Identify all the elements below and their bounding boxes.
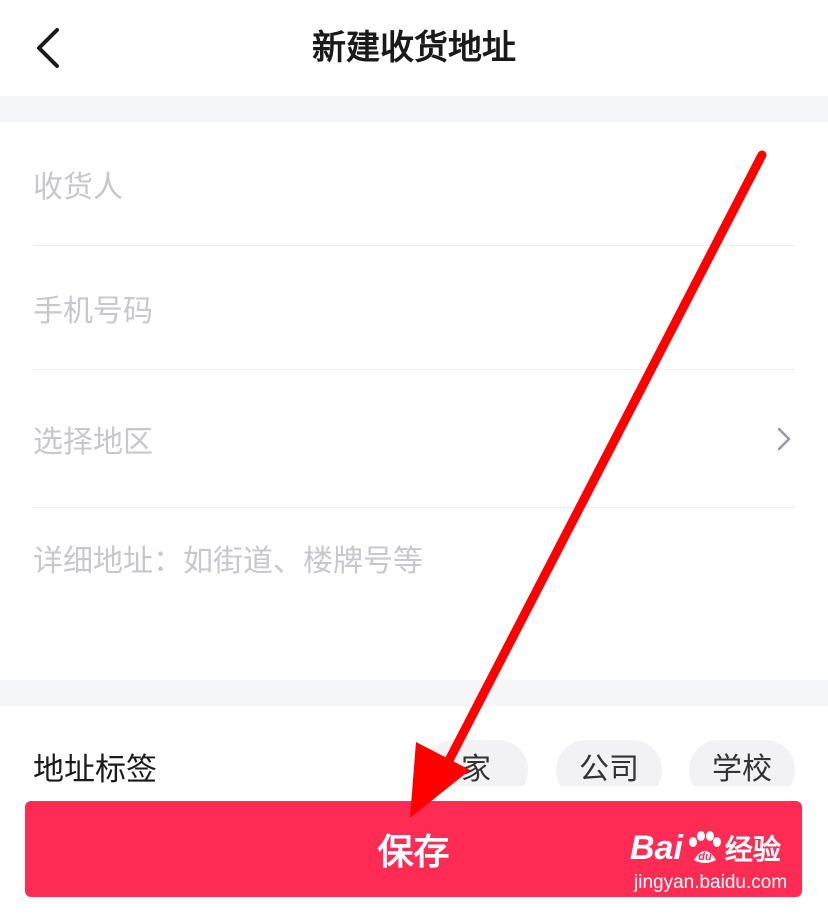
phone-field[interactable]: 手机号码 [33, 246, 795, 370]
top-nav-bar: 新建收货地址 [0, 0, 828, 96]
save-button-label: 保存 [377, 832, 450, 873]
region-selector[interactable]: 选择地区 [33, 370, 795, 508]
detail-address-placeholder: 详细地址：如街道、楼牌号等 [33, 544, 423, 579]
phone-placeholder: 手机号码 [33, 294, 153, 329]
save-button[interactable]: 保存 [25, 801, 802, 897]
detail-address-field[interactable]: 详细地址：如街道、楼牌号等 [33, 508, 795, 608]
page-title: 新建收货地址 [312, 28, 516, 68]
region-placeholder: 选择地区 [33, 425, 153, 460]
recipient-placeholder: 收货人 [33, 170, 123, 205]
chevron-right-icon [777, 427, 791, 451]
recipient-field[interactable]: 收货人 [33, 122, 795, 246]
